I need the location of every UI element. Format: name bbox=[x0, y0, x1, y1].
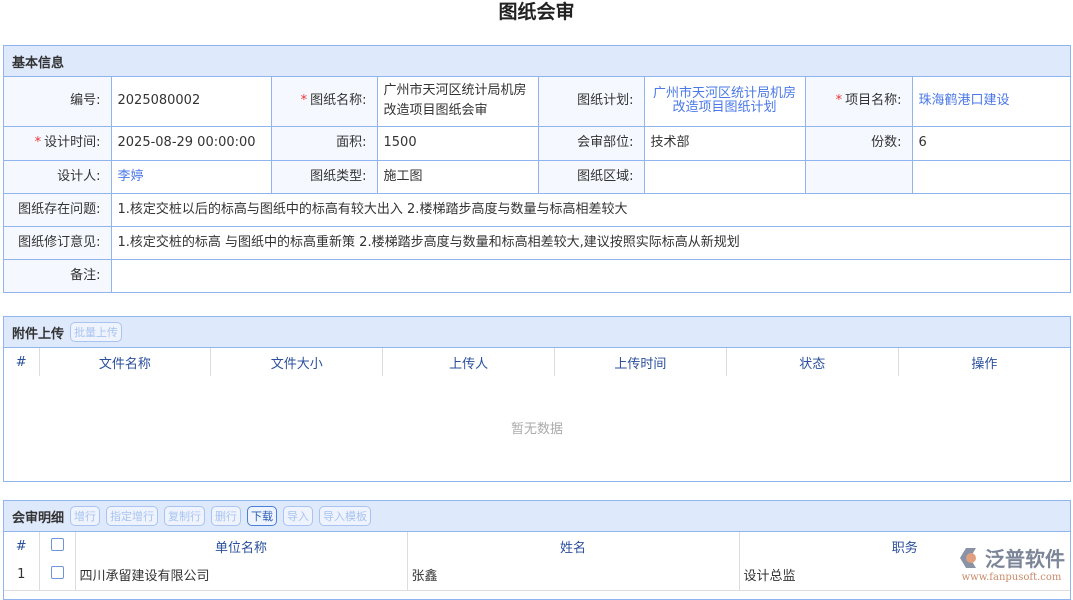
row-checkbox[interactable] bbox=[51, 566, 64, 579]
batch-upload-button[interactable]: 批量上传 bbox=[70, 322, 122, 342]
watermark-logo: 泛普软件 www.fanpusoft.com bbox=[958, 543, 1065, 583]
remark-label: 备注: bbox=[4, 259, 111, 292]
col-index: # bbox=[4, 532, 39, 560]
review-detail-table: # 单位名称 姓名 职务 1 四川承留建设有限公司 张鑫 设计总监 bbox=[4, 532, 1070, 591]
unit-cell: 四川承留建设有限公司 bbox=[75, 560, 407, 590]
attachment-section: 附件上传批量上传 # 文件名称 文件大小 上传人 上传时间 状态 操作 暂无数据 bbox=[3, 316, 1071, 482]
type-value: 施工图 bbox=[377, 160, 538, 193]
issues-value: 1.核定交桩以后的标高与图纸中的标高有较大出入 2.楼梯踏步高度与数量与标高相差… bbox=[111, 193, 1070, 226]
dept-value: 技术部 bbox=[644, 126, 805, 160]
delete-row-button[interactable]: 删行 bbox=[211, 506, 241, 526]
row-index: 1 bbox=[4, 560, 39, 590]
plan-link[interactable]: 广州市天河区统计局机房改造项目图纸计划 bbox=[653, 86, 796, 115]
drawing-name-value: 广州市天河区统计局机房改造项目图纸会审 bbox=[377, 77, 538, 126]
col-upload-time: 上传时间 bbox=[554, 348, 726, 376]
copies-label: 份数: bbox=[805, 126, 912, 160]
col-file-name: 文件名称 bbox=[39, 348, 211, 376]
download-button[interactable]: 下载 bbox=[247, 506, 277, 526]
col-file-size: 文件大小 bbox=[211, 348, 383, 376]
review-detail-section: 会审明细 增行 指定增行 复制行 删行 下载 导入 导入模板 # 单位名称 姓名… bbox=[3, 500, 1071, 600]
remark-value bbox=[111, 259, 1070, 292]
empty-value bbox=[912, 160, 1070, 193]
revise-label: 图纸修订意见: bbox=[4, 226, 111, 259]
col-index: # bbox=[4, 348, 39, 376]
col-name: 姓名 bbox=[407, 532, 739, 560]
add-row-button[interactable]: 增行 bbox=[70, 506, 100, 526]
required-icon: * bbox=[836, 93, 843, 108]
plan-label: 图纸计划: bbox=[538, 77, 644, 126]
required-icon: * bbox=[301, 93, 308, 108]
drawing-name-label: 图纸名称: bbox=[310, 93, 366, 108]
section-header: 附件上传 bbox=[12, 323, 64, 342]
table-row: 1 四川承留建设有限公司 张鑫 设计总监 bbox=[4, 560, 1070, 590]
code-value: 2025080002 bbox=[111, 77, 271, 126]
code-label: 编号: bbox=[4, 77, 111, 126]
col-actions: 操作 bbox=[898, 348, 1070, 376]
dept-label: 会审部位: bbox=[538, 126, 644, 160]
section-header: 基本信息 bbox=[4, 46, 1070, 77]
fanpu-logo-icon bbox=[958, 547, 982, 569]
name-cell: 张鑫 bbox=[407, 560, 739, 590]
basic-info-table: 编号: 2025080002 *图纸名称: 广州市天河区统计局机房改造项目图纸会… bbox=[4, 77, 1070, 293]
designer-link[interactable]: 李婷 bbox=[118, 169, 144, 184]
region-label: 图纸区域: bbox=[538, 160, 644, 193]
page-title: 图纸会审 bbox=[0, 0, 1073, 24]
select-all-checkbox[interactable] bbox=[51, 538, 64, 551]
revise-value: 1.核定交桩的标高 与图纸中的标高重新策 2.楼梯踏步高度与数量和标高相差较大,… bbox=[111, 226, 1070, 259]
copies-value: 6 bbox=[912, 126, 1070, 160]
copy-row-button[interactable]: 复制行 bbox=[164, 506, 205, 526]
region-value bbox=[644, 160, 805, 193]
area-label: 面积: bbox=[271, 126, 377, 160]
area-value: 1500 bbox=[377, 126, 538, 160]
empty-label bbox=[805, 160, 912, 193]
basic-info-section: 基本信息 编号: 2025080002 *图纸名称: 广州市天河区统计局机房改造… bbox=[3, 45, 1071, 293]
import-template-button[interactable]: 导入模板 bbox=[319, 506, 371, 526]
designer-label: 设计人: bbox=[4, 160, 111, 193]
attachment-table: # 文件名称 文件大小 上传人 上传时间 状态 操作 bbox=[4, 348, 1070, 376]
col-status: 状态 bbox=[726, 348, 898, 376]
project-link[interactable]: 珠海鹤港口建设 bbox=[919, 93, 1010, 108]
import-button[interactable]: 导入 bbox=[283, 506, 313, 526]
insert-row-button[interactable]: 指定增行 bbox=[106, 506, 158, 526]
required-icon: * bbox=[35, 135, 42, 150]
type-label: 图纸类型: bbox=[271, 160, 377, 193]
design-time-label: 设计时间: bbox=[44, 135, 100, 150]
section-header: 会审明细 bbox=[12, 507, 64, 526]
issues-label: 图纸存在问题: bbox=[4, 193, 111, 226]
design-time-value: 2025-08-29 00:00:00 bbox=[111, 126, 271, 160]
col-uploader: 上传人 bbox=[383, 348, 555, 376]
empty-state: 暂无数据 bbox=[4, 376, 1070, 483]
project-label: 项目名称: bbox=[845, 93, 901, 108]
col-unit: 单位名称 bbox=[75, 532, 407, 560]
